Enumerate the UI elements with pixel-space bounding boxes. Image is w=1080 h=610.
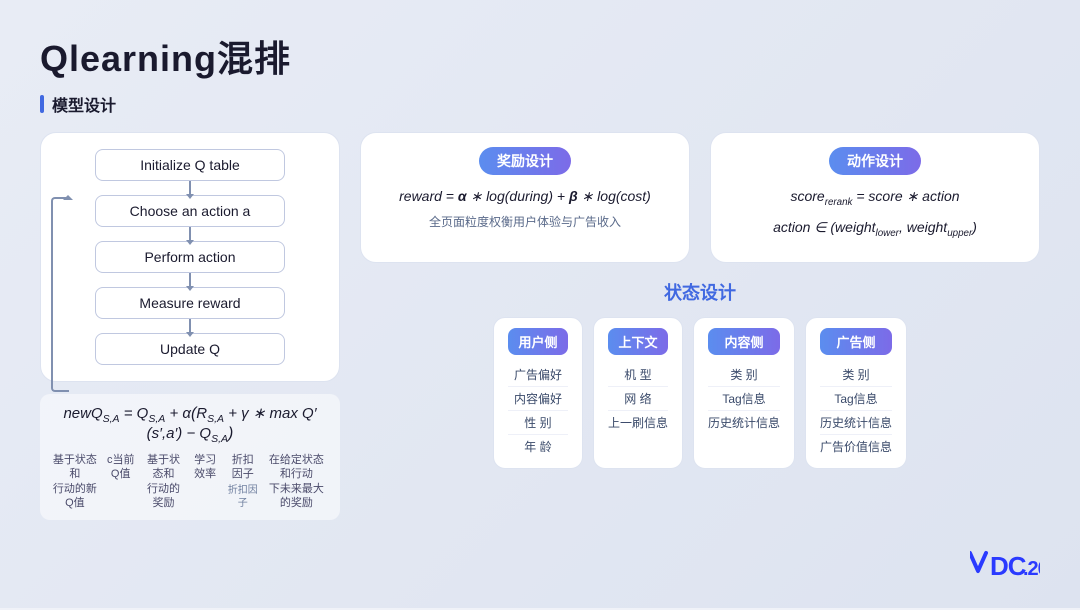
state-item-user-3: 年 龄 <box>508 435 568 458</box>
flow-arrow-4 <box>189 319 191 333</box>
state-item-ad-0: 类 别 <box>820 363 892 387</box>
state-item-user-1: 内容偏好 <box>508 387 568 411</box>
state-item-content-1: Tag信息 <box>708 387 780 411</box>
content-area: Initialize Q table Choose an action a Pe… <box>40 132 1040 610</box>
action-formula-1: scorererank = score ∗ action <box>731 185 1019 210</box>
reward-design-card: 奖励设计 reward = α ∗ log(during) + β ∗ log(… <box>360 132 690 263</box>
state-item-user-2: 性 别 <box>508 411 568 435</box>
state-col-context: 上下文 机 型 网 络 上一刷信息 <box>593 317 683 469</box>
flow-node-init: Initialize Q table <box>95 149 285 181</box>
formula-section: newQS,A = QS,A + α(RS,A + γ ∗ max Q′(s′,… <box>40 394 340 520</box>
action-pill: 动作设计 <box>829 147 921 175</box>
state-section: 状态设计 用户侧 广告偏好 内容偏好 性 别 年 龄 上下文 机 型 网 <box>360 279 1040 610</box>
flow-node-perform: Perform action <box>95 241 285 273</box>
state-columns: 用户侧 广告偏好 内容偏好 性 别 年 龄 上下文 机 型 网 络 上一刷信息 <box>360 317 1040 469</box>
top-designs: 奖励设计 reward = α ∗ log(during) + β ∗ log(… <box>360 132 1040 263</box>
state-item-ctx-1: 网 络 <box>608 387 668 411</box>
right-panel: 奖励设计 reward = α ∗ log(during) + β ∗ log(… <box>360 132 1040 610</box>
svg-text:.2022: .2022 <box>1023 558 1040 580</box>
vdc-logo-svg: DC .2022 <box>970 549 1040 581</box>
svg-text:DC: DC <box>990 551 1027 581</box>
flow-loop-arrow <box>51 197 69 392</box>
flow-arrow-1 <box>189 181 191 195</box>
state-item-content-0: 类 别 <box>708 363 780 387</box>
state-col-content: 内容侧 类 别 Tag信息 历史统计信息 <box>693 317 795 469</box>
state-col-ad: 广告侧 类 别 Tag信息 历史统计信息 广告价值信息 <box>805 317 907 469</box>
formula-label-3: 学习效率 <box>189 453 221 510</box>
flow-arrow-3 <box>189 273 191 287</box>
formula-main: newQS,A = QS,A + α(RS,A + γ ∗ max Q′(s′,… <box>52 404 328 445</box>
flow-box: Initialize Q table Choose an action a Pe… <box>40 132 340 382</box>
state-item-ctx-2: 上一刷信息 <box>608 411 668 434</box>
logo-vdc: DC .2022 <box>970 549 1040 588</box>
state-col-content-title: 内容侧 <box>708 328 780 355</box>
reward-design-title-area: 奖励设计 <box>381 147 669 175</box>
reward-pill: 奖励设计 <box>479 147 571 175</box>
page-container: Qlearning混排 模型设计 Initialize Q table Choo… <box>0 0 1080 608</box>
reward-formula: reward = α ∗ log(during) + β ∗ log(cost) <box>381 185 669 207</box>
state-design-title: 状态设计 <box>360 279 1040 305</box>
logo-area: DC .2022 <box>970 549 1040 588</box>
action-design-card: 动作设计 scorererank = score ∗ action action… <box>710 132 1040 263</box>
flow-node-choose: Choose an action a <box>95 195 285 227</box>
state-col-user-title: 用户侧 <box>508 328 568 355</box>
section-title: 模型设计 <box>52 92 116 116</box>
state-col-ad-title: 广告侧 <box>820 328 892 355</box>
state-col-user: 用户侧 广告偏好 内容偏好 性 别 年 龄 <box>493 317 583 469</box>
state-item-ctx-0: 机 型 <box>608 363 668 387</box>
flow-node-update: Update Q <box>95 333 285 365</box>
flow-panel: Initialize Q table Choose an action a Pe… <box>40 132 340 610</box>
formula-labels: 基于状态和行动的新Q值 c当前Q值 基于状态和行动的奖励 学习效率 折扣因子 <box>52 453 328 510</box>
page-title: Qlearning混排 <box>40 30 1040 82</box>
formula-label-4: 折扣因子 折扣因子 <box>227 453 259 510</box>
flow-arrow-2 <box>189 227 191 241</box>
formula-label-0: 基于状态和行动的新Q值 <box>52 453 98 510</box>
state-item-content-2: 历史统计信息 <box>708 411 780 434</box>
state-item-user-0: 广告偏好 <box>508 363 568 387</box>
state-item-ad-3: 广告价值信息 <box>820 435 892 458</box>
formula-label-1: c当前Q值 <box>104 453 138 510</box>
flow-node-measure: Measure reward <box>95 287 285 319</box>
state-col-context-title: 上下文 <box>608 328 668 355</box>
state-item-ad-1: Tag信息 <box>820 387 892 411</box>
section-bar <box>40 95 44 113</box>
reward-desc: 全页面粒度权衡用户体验与广告收入 <box>381 213 669 230</box>
action-formula-2: action ∈ (weightlower, weightupper) <box>731 216 1019 241</box>
state-item-ad-2: 历史统计信息 <box>820 411 892 435</box>
section-header: 模型设计 <box>40 92 1040 116</box>
formula-label-5: 在给定状态和行动下未来最大的奖励 <box>265 453 328 510</box>
action-design-title-area: 动作设计 <box>731 147 1019 175</box>
formula-label-2: 基于状态和行动的奖励 <box>144 453 184 510</box>
